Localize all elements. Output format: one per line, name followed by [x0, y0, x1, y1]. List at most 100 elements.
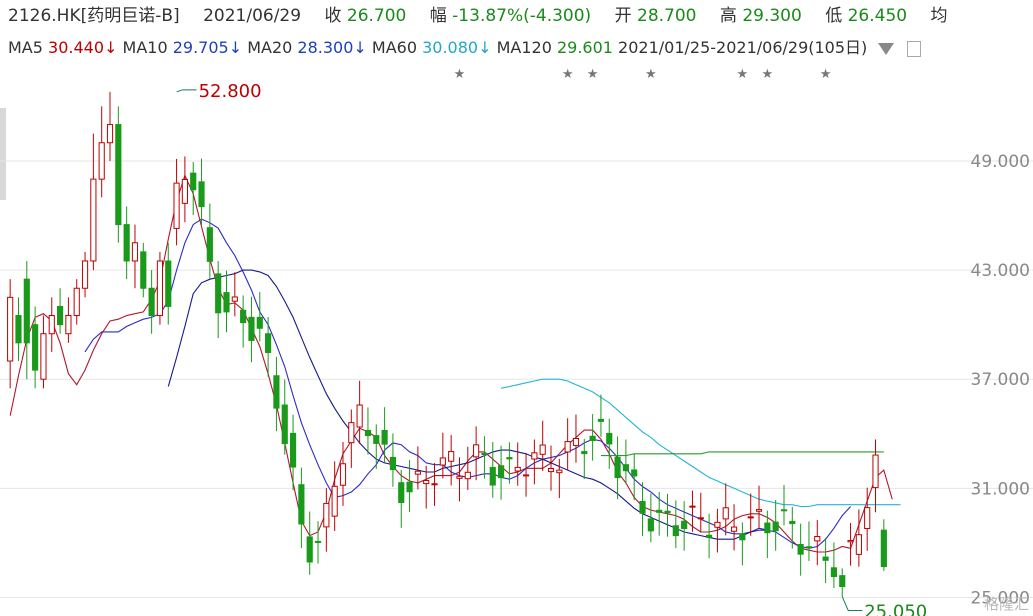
y-tick-label: 37.000 [971, 370, 1030, 390]
candle-body [331, 485, 338, 517]
candle-body [81, 260, 89, 289]
candle-body [406, 481, 413, 493]
candle-body [847, 540, 854, 543]
candle-body [647, 518, 654, 532]
candle-body [714, 521, 721, 528]
candle-body [581, 451, 588, 455]
candle-body [814, 536, 821, 542]
ma-layer [9, 173, 901, 553]
candle-body [256, 316, 263, 329]
candle-body [747, 516, 754, 519]
candle-body [181, 178, 188, 204]
candle-body [123, 224, 130, 262]
candle-body [864, 507, 871, 530]
candle-body [556, 469, 563, 474]
candle-body [730, 526, 738, 532]
candle-body [240, 309, 247, 324]
candle-body [65, 315, 72, 335]
candle-layer [7, 91, 887, 597]
y-tick-label: 43.000 [971, 261, 1030, 281]
candle-body [706, 534, 713, 538]
candle-body [506, 457, 513, 460]
candle-body [373, 435, 380, 444]
watermark: 格隆汇 [983, 595, 1029, 613]
star-marker: ★ [820, 67, 832, 82]
candle-body [206, 227, 213, 262]
candle-body [289, 432, 297, 468]
candle-body [797, 544, 804, 555]
candle-body [90, 178, 97, 262]
candle-body [106, 124, 114, 144]
candle-body [156, 260, 164, 317]
candle-body [248, 316, 255, 341]
candle-body [872, 454, 879, 489]
candle-body [198, 181, 205, 208]
candle-body [73, 287, 80, 317]
candle-body [606, 432, 613, 445]
candle-body [681, 520, 688, 530]
high-label: 52.800 [199, 81, 262, 102]
candle-body [439, 457, 446, 466]
candle-body [414, 470, 421, 475]
candle-body [165, 260, 172, 307]
ma120-line [600, 451, 884, 457]
candle-body [805, 546, 813, 549]
candlestick-chart: 25.00031.00037.00043.00049.000 ★ ★ ★ ★ ★ ★ ★52… [0, 67, 1033, 616]
candle-body [639, 500, 646, 514]
candle-body [689, 505, 696, 508]
ma20-line [167, 269, 768, 540]
candle-body [531, 452, 538, 460]
candle-body [855, 534, 862, 555]
star-marker: ★ [737, 67, 749, 82]
candle-body [572, 437, 580, 446]
candle-body [23, 278, 30, 344]
candle-body [215, 273, 222, 314]
candle-body [547, 467, 555, 473]
candle-body [98, 142, 105, 180]
ma5-line [9, 173, 893, 553]
candle-body [48, 315, 55, 335]
candle-body [431, 483, 438, 486]
candle-body [356, 404, 363, 428]
candle-body [456, 475, 463, 479]
candle-body [306, 536, 313, 563]
candle-body [273, 375, 280, 409]
candle-body [755, 509, 763, 512]
ma10-line [84, 218, 852, 549]
star-marker: ★ [454, 67, 466, 82]
candle-body [348, 422, 355, 444]
y-tick-label: 49.000 [971, 152, 1030, 172]
candle-body [57, 305, 64, 326]
candle-body [739, 533, 746, 541]
candle-body [672, 525, 679, 537]
ma60-line [500, 378, 901, 508]
low-label: 25.050 [864, 602, 927, 616]
candle-body [231, 296, 238, 302]
low-leader [841, 596, 863, 612]
candle-body [339, 463, 347, 486]
candle-body [830, 567, 837, 578]
candle-body [772, 521, 779, 532]
candle-body [148, 287, 155, 317]
candle-body [15, 315, 22, 344]
candle-body [839, 575, 846, 588]
y-axis: 25.00031.00037.00043.00049.000 [971, 152, 1030, 609]
candle-body [822, 556, 829, 561]
candle-body [880, 529, 887, 568]
candle-body [522, 474, 530, 477]
candle-body [381, 429, 388, 445]
candle-body [764, 522, 771, 534]
candle-body [780, 509, 788, 512]
candle-body [664, 510, 671, 514]
candle-body [722, 507, 729, 520]
candle-body [597, 418, 605, 422]
candle-body [631, 469, 638, 477]
candle-body [789, 520, 796, 525]
candle-body [314, 540, 322, 543]
candle-body [589, 435, 596, 441]
candle-body [481, 452, 488, 455]
star-marker: ★ [762, 67, 774, 82]
y-tick-label: 31.000 [971, 479, 1030, 499]
candle-body [614, 456, 621, 479]
candle-body [223, 292, 230, 313]
